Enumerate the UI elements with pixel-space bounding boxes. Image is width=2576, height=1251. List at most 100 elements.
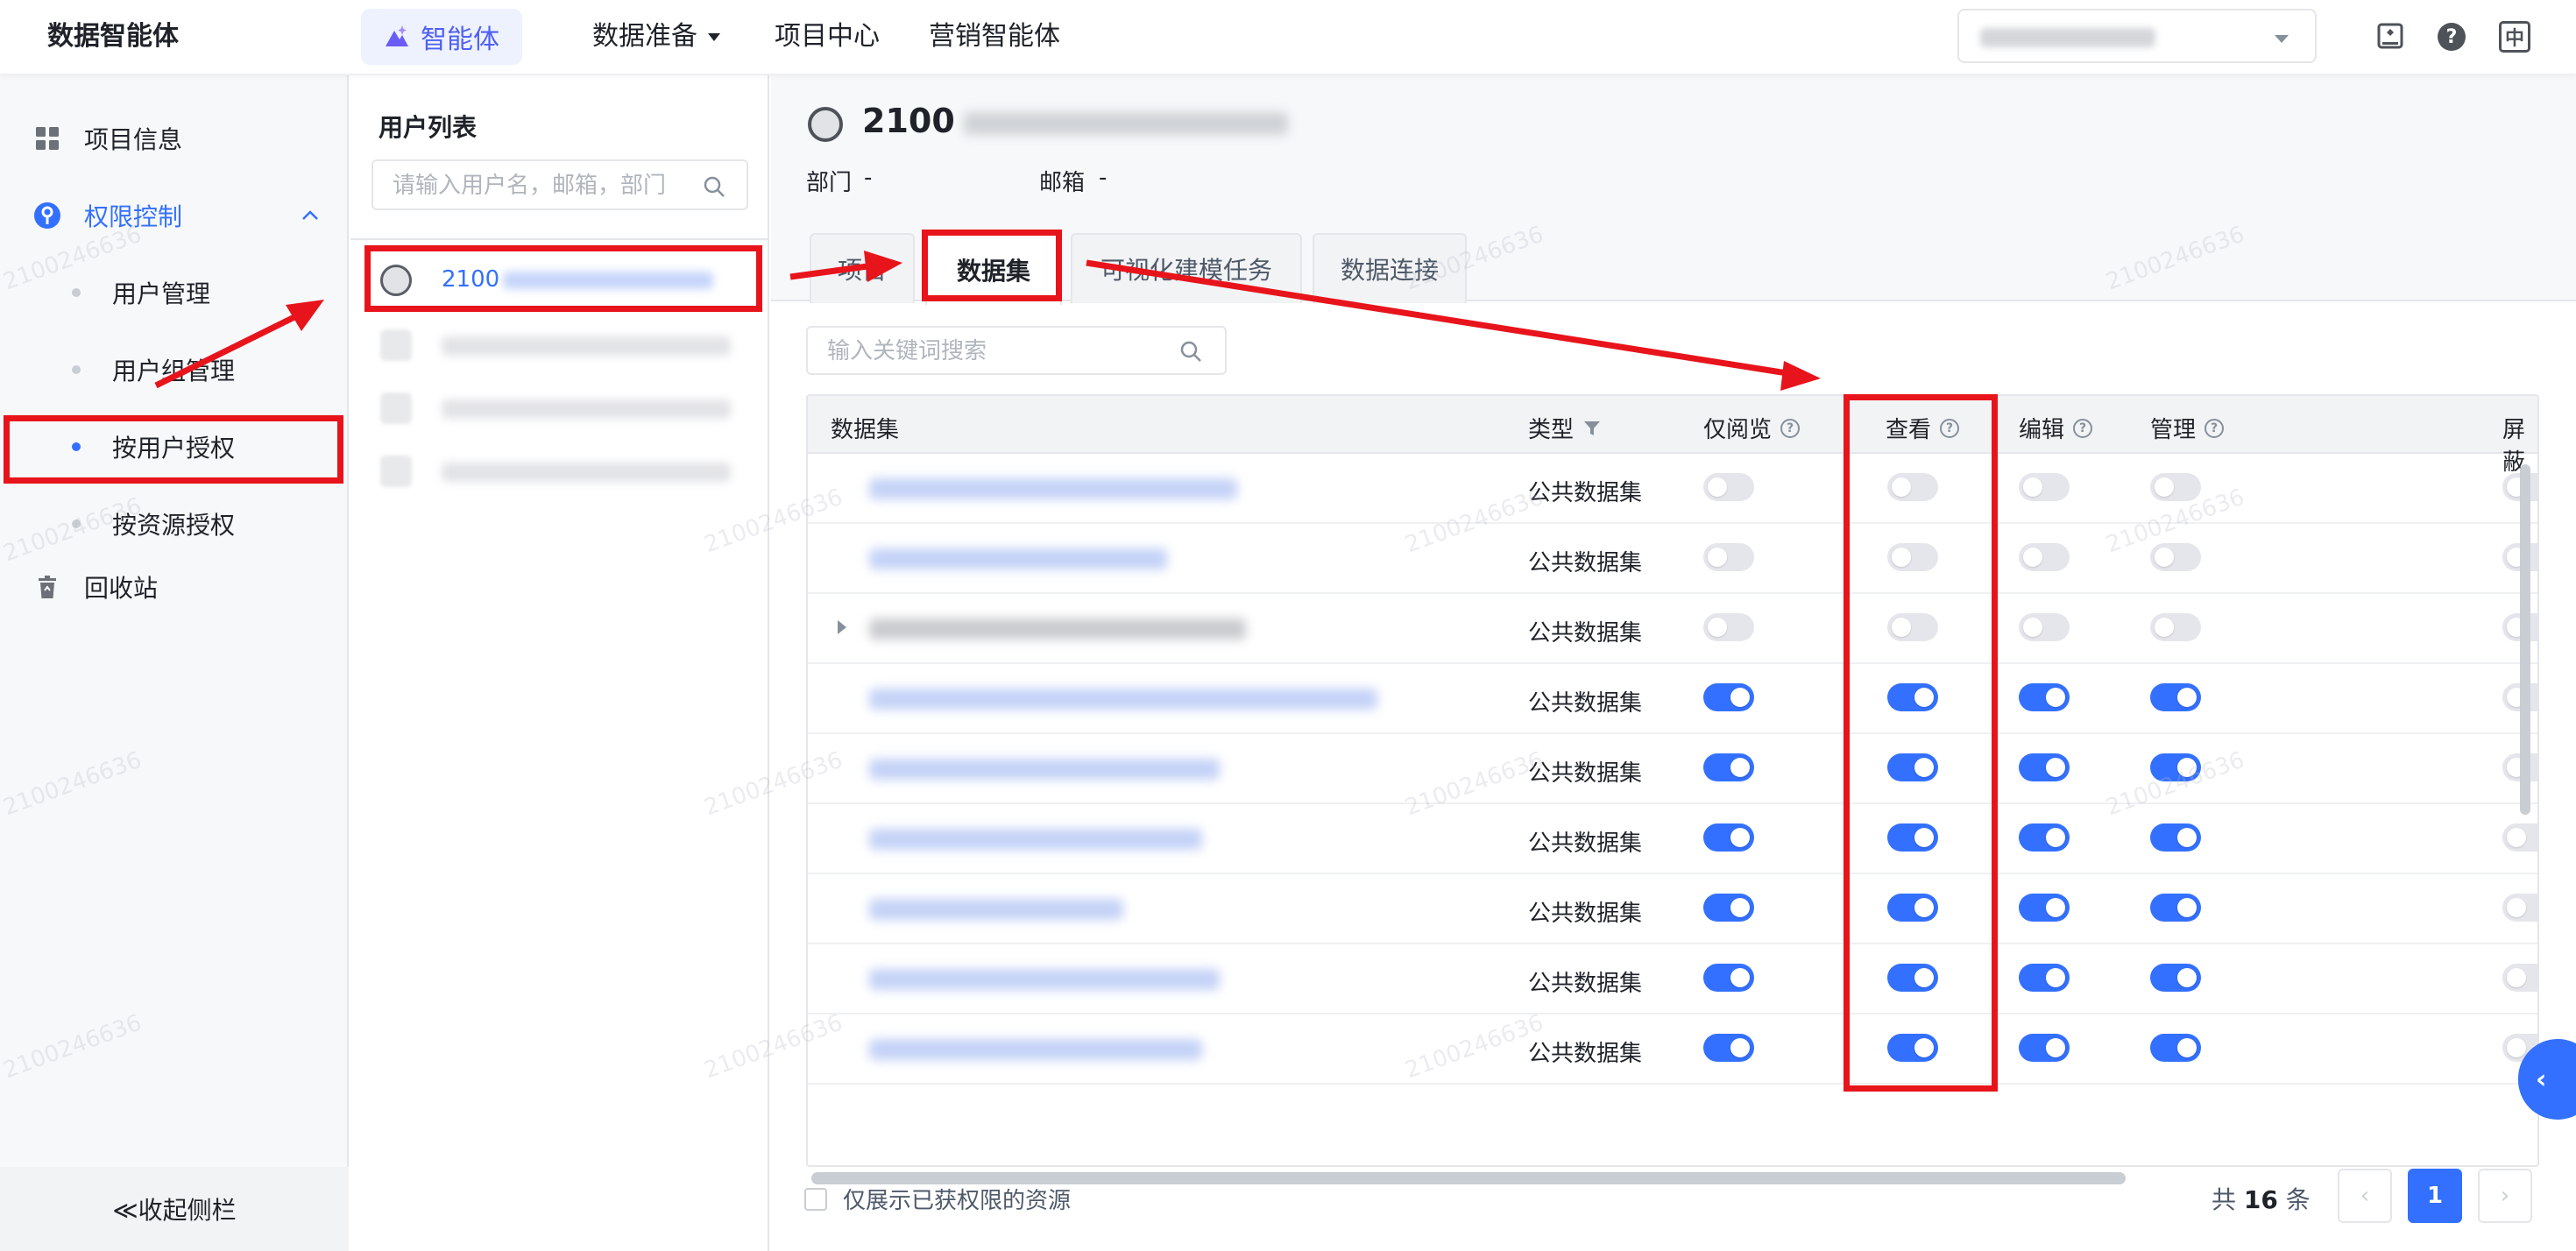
manage-toggle[interactable] (2150, 543, 2201, 571)
edit-toggle[interactable] (2019, 964, 2070, 992)
search-icon[interactable] (703, 175, 725, 198)
collapse-sidebar-button[interactable]: ≪收起侧栏 (0, 1167, 349, 1251)
dataset-name-redacted[interactable] (869, 548, 1167, 569)
browse-only-toggle[interactable] (1703, 1034, 1754, 1062)
user-list-item[interactable] (372, 443, 752, 498)
browse-only-toggle[interactable] (1703, 543, 1754, 571)
block-toggle[interactable] (2502, 823, 2537, 852)
help-icon[interactable]: ? (1780, 418, 1801, 438)
block-toggle[interactable] (2502, 894, 2537, 922)
table-row: 公共数据集 (808, 594, 2537, 664)
edit-toggle[interactable] (2019, 473, 2070, 501)
vertical-scrollbar[interactable] (2520, 464, 2530, 815)
user-search-box[interactable] (372, 159, 748, 210)
key-icon (34, 202, 60, 229)
user-list-panel: 用户列表 2100 (350, 75, 769, 1251)
manage-toggle[interactable] (2150, 894, 2201, 922)
dataset-name-redacted[interactable] (869, 969, 1220, 990)
manage-toggle[interactable] (2150, 823, 2201, 852)
edit-toggle[interactable] (2019, 613, 2070, 641)
user-search-input[interactable] (393, 170, 690, 201)
manage-toggle[interactable] (2150, 1034, 2201, 1062)
help-icon[interactable]: ? (2073, 418, 2093, 438)
project-selector[interactable] (1957, 9, 2317, 63)
view-toggle[interactable] (1887, 753, 1938, 781)
manage-toggle[interactable] (2150, 613, 2201, 641)
manage-toggle[interactable] (2150, 753, 2201, 781)
user-list-item-selected[interactable]: 2100 (372, 252, 752, 307)
view-toggle[interactable] (1887, 543, 1938, 571)
search-icon[interactable] (1179, 340, 1202, 363)
view-toggle[interactable] (1887, 683, 1938, 711)
manage-toggle[interactable] (2150, 473, 2201, 501)
edit-toggle[interactable] (2019, 1034, 2070, 1062)
browse-only-toggle[interactable] (1703, 964, 1754, 992)
browse-only-toggle[interactable] (1703, 894, 1754, 922)
dataset-name-redacted[interactable] (869, 759, 1220, 780)
edit-toggle[interactable] (2019, 543, 2070, 571)
tab-data-connection[interactable]: 数据连接 (1313, 233, 1467, 303)
nav-data-prep[interactable]: 数据准备 (592, 18, 720, 56)
sidebar-item-project-info[interactable]: 项目信息 (0, 110, 349, 166)
tab-dataset[interactable]: 数据集 (925, 233, 1062, 305)
block-toggle[interactable] (2502, 964, 2537, 992)
sidebar-group-permission-control[interactable]: 权限控制 (0, 187, 349, 244)
sidebar-item-recycle-bin[interactable]: 回收站 (0, 559, 349, 615)
sidebar-item-authorize-by-resource[interactable]: 按资源授权 (0, 496, 349, 552)
user-list-item[interactable] (372, 380, 752, 435)
only-granted-filter[interactable]: 仅展示已获权限的资源 (804, 1183, 1071, 1215)
chevron-up-icon (302, 210, 318, 220)
help-icon[interactable]: ? (2436, 21, 2467, 53)
dataset-name-redacted[interactable] (869, 899, 1123, 920)
dataset-search-input[interactable] (827, 336, 1160, 366)
next-page-button[interactable]: › (2478, 1169, 2532, 1223)
edit-toggle[interactable] (2019, 894, 2070, 922)
view-toggle[interactable] (1887, 964, 1938, 992)
user-list-item[interactable] (372, 317, 752, 371)
view-toggle[interactable] (1887, 473, 1938, 501)
browse-only-toggle[interactable] (1703, 823, 1754, 852)
filter-icon[interactable] (1582, 419, 1602, 438)
dataset-name-redacted[interactable] (869, 689, 1377, 710)
column-header-edit: 编辑? (2019, 412, 2093, 444)
nav-project-center[interactable]: 项目中心 (775, 18, 880, 56)
prev-page-button[interactable]: ‹ (2338, 1169, 2392, 1223)
view-toggle[interactable] (1887, 823, 1938, 852)
sidebar-item-user-group-management[interactable]: 用户组管理 (0, 342, 349, 398)
language-toggle-icon[interactable]: 中 (2499, 21, 2530, 53)
clipboard-icon[interactable] (2374, 21, 2406, 53)
view-toggle[interactable] (1887, 1034, 1938, 1062)
page-1-button[interactable]: 1 (2408, 1169, 2462, 1223)
dataset-name-redacted[interactable] (869, 478, 1237, 499)
nav-marketing-agent[interactable]: 营销智能体 (929, 18, 1060, 56)
manage-toggle[interactable] (2150, 964, 2201, 992)
dataset-search-box[interactable] (806, 326, 1227, 375)
dataset-name-redacted[interactable] (869, 1039, 1202, 1060)
view-toggle[interactable] (1887, 613, 1938, 641)
dataset-name-redacted[interactable] (869, 618, 1246, 640)
browse-only-toggle[interactable] (1703, 753, 1754, 781)
app-brand[interactable]: 数据智能体 (47, 18, 179, 56)
only-granted-checkbox[interactable] (804, 1187, 827, 1211)
browse-only-toggle[interactable] (1703, 683, 1754, 711)
help-icon[interactable]: ? (1940, 418, 1960, 438)
dataset-name-redacted[interactable] (869, 829, 1202, 850)
browse-only-toggle[interactable] (1703, 473, 1754, 501)
help-icon[interactable]: ? (2204, 418, 2225, 438)
edit-toggle[interactable] (2019, 683, 2070, 711)
nav-agent-tab[interactable]: 智能体 (361, 9, 522, 65)
tab-project[interactable]: 项目 (810, 233, 915, 303)
view-toggle[interactable] (1887, 894, 1938, 922)
sidebar-item-user-management[interactable]: 用户管理 (0, 265, 349, 321)
sidebar-item-authorize-by-user[interactable]: 按用户授权 (0, 419, 349, 475)
manage-toggle[interactable] (2150, 683, 2201, 711)
browse-only-toggle[interactable] (1703, 613, 1754, 641)
agent-mountain-icon (386, 25, 408, 46)
sidebar-item-project-info-label: 项目信息 (84, 125, 183, 154)
dataset-type: 公共数据集 (1528, 480, 1643, 506)
edit-toggle[interactable] (2019, 753, 2070, 781)
expand-caret-icon[interactable] (838, 620, 846, 634)
tab-visual-modeling-tasks[interactable]: 可视化建模任务 (1071, 233, 1302, 303)
edit-toggle[interactable] (2019, 823, 2070, 852)
total-number: 16 (2243, 1185, 2278, 1214)
